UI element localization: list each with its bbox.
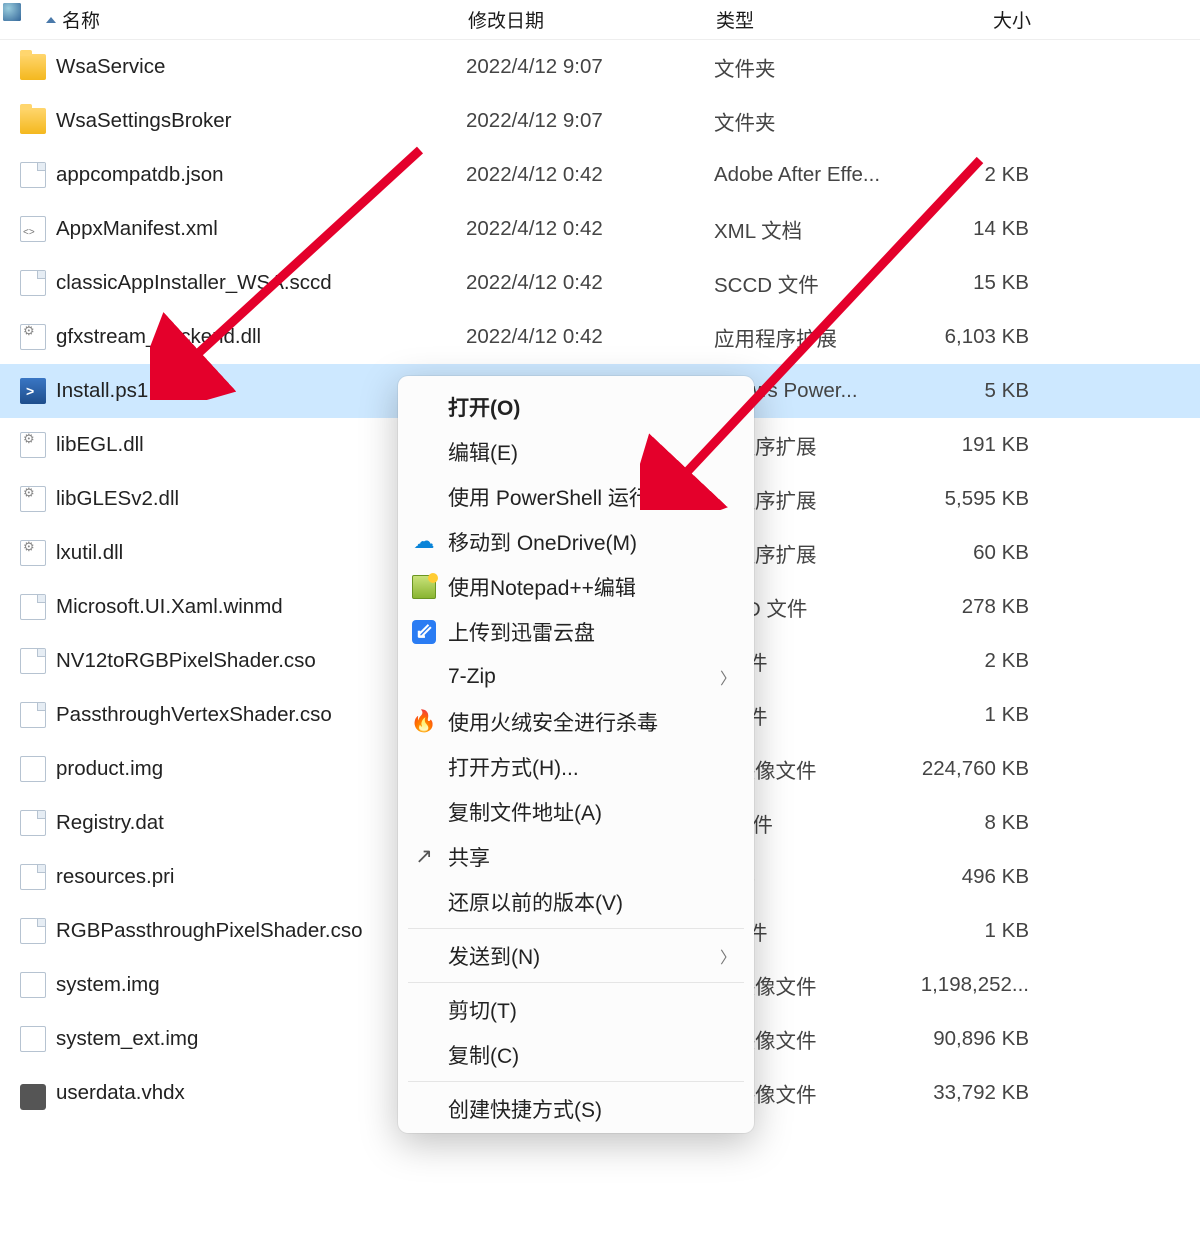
file-date: 2022/4/12 9:07	[466, 55, 714, 79]
menu-share[interactable]: ↗共享	[398, 834, 754, 879]
file-type: Adobe After Effe...	[714, 163, 909, 187]
file-size: 60 KB	[909, 541, 1039, 565]
file-name: classicAppInstaller_WSA.sccd	[56, 271, 466, 295]
file-icon	[20, 702, 46, 728]
file-size: 15 KB	[909, 271, 1039, 295]
file-icon	[20, 648, 46, 674]
file-row[interactable]: appcompatdb.json2022/4/12 0:42Adobe Afte…	[0, 148, 1200, 202]
file-row[interactable]: WsaService2022/4/12 9:07文件夹	[0, 40, 1200, 94]
img-icon	[20, 972, 46, 998]
file-type: 应用程序扩展	[714, 322, 909, 352]
column-date[interactable]: 修改日期	[468, 6, 716, 33]
file-row[interactable]: WsaSettingsBroker2022/4/12 9:07文件夹	[0, 94, 1200, 148]
file-size: 191 KB	[909, 433, 1039, 457]
file-name: WsaService	[56, 55, 466, 79]
menu-7zip[interactable]: 7-Zip〉	[398, 654, 754, 699]
share-icon: ↗	[412, 845, 436, 869]
file-type: 文件夹	[714, 106, 909, 136]
file-icon	[20, 270, 46, 296]
file-type: SCCD 文件	[714, 268, 909, 298]
gear-icon	[20, 432, 46, 458]
file-size: 1 KB	[909, 919, 1039, 943]
file-icon	[20, 810, 46, 836]
file-size: 8 KB	[909, 811, 1039, 835]
menu-sendto[interactable]: 发送到(N)〉	[398, 933, 754, 978]
file-date: 2022/4/12 0:42	[466, 325, 714, 349]
menu-openwith[interactable]: 打开方式(H)...	[398, 744, 754, 789]
file-row[interactable]: AppxManifest.xml2022/4/12 0:42XML 文档14 K…	[0, 202, 1200, 256]
file-name: gfxstream_backend.dll	[56, 325, 466, 349]
file-date: 2022/4/12 0:42	[466, 271, 714, 295]
menu-edit[interactable]: 编辑(E)	[398, 429, 754, 474]
ps1-icon	[20, 378, 46, 404]
file-size: 90,896 KB	[909, 1027, 1039, 1051]
file-name: WsaSettingsBroker	[56, 109, 466, 133]
file-date: 2022/4/12 0:42	[466, 163, 714, 187]
huorong-icon: 🔥	[412, 710, 436, 734]
folder-icon	[20, 54, 46, 80]
menu-separator	[408, 928, 744, 929]
file-size: 5 KB	[909, 379, 1039, 403]
file-size: 33,792 KB	[909, 1081, 1039, 1105]
gear-icon	[20, 540, 46, 566]
folder-icon	[20, 108, 46, 134]
menu-open[interactable]: 打开(O)	[398, 384, 754, 429]
file-row[interactable]: gfxstream_backend.dll2022/4/12 0:42应用程序扩…	[0, 310, 1200, 364]
img-icon	[20, 1026, 46, 1052]
column-name[interactable]: 名称	[0, 6, 468, 33]
file-icon	[20, 918, 46, 944]
file-size: 5,595 KB	[909, 487, 1039, 511]
file-icon	[20, 864, 46, 890]
menu-cut[interactable]: 剪切(T)	[398, 987, 754, 1032]
menu-restore[interactable]: 还原以前的版本(V)	[398, 879, 754, 924]
menu-onedrive[interactable]: ☁移动到 OneDrive(M)	[398, 519, 754, 564]
xunlei-icon: ⇙	[412, 620, 436, 644]
menu-shortcut[interactable]: 创建快捷方式(S)	[398, 1086, 754, 1131]
submenu-arrow-icon: 〉	[720, 944, 736, 968]
file-icon	[20, 162, 46, 188]
onedrive-icon: ☁	[412, 530, 436, 554]
column-type[interactable]: 类型	[716, 6, 911, 33]
menu-copyaddr[interactable]: 复制文件地址(A)	[398, 789, 754, 834]
file-size: 1,198,252...	[909, 973, 1039, 997]
menu-separator	[408, 982, 744, 983]
file-name: appcompatdb.json	[56, 163, 466, 187]
file-size: 224,760 KB	[909, 757, 1039, 781]
file-size: 278 KB	[909, 595, 1039, 619]
notepadpp-icon	[412, 575, 436, 599]
column-header-row: 名称 修改日期 类型 大小	[0, 0, 1200, 40]
menu-huorong[interactable]: 🔥使用火绒安全进行杀毒	[398, 699, 754, 744]
file-size: 1 KB	[909, 703, 1039, 727]
context-menu: 打开(O) 编辑(E) 使用 PowerShell 运行 ☁移动到 OneDri…	[398, 376, 754, 1133]
vhdx-icon	[20, 1084, 46, 1110]
file-size: 496 KB	[909, 865, 1039, 889]
menu-notepadpp[interactable]: 使用Notepad++编辑	[398, 564, 754, 609]
file-row[interactable]: classicAppInstaller_WSA.sccd2022/4/12 0:…	[0, 256, 1200, 310]
xml-icon	[20, 216, 46, 242]
menu-run-powershell[interactable]: 使用 PowerShell 运行	[398, 474, 754, 519]
file-name: AppxManifest.xml	[56, 217, 466, 241]
column-size[interactable]: 大小	[911, 6, 1041, 33]
file-size: 2 KB	[909, 163, 1039, 187]
gear-icon	[20, 324, 46, 350]
submenu-arrow-icon: 〉	[720, 665, 736, 689]
file-date: 2022/4/12 0:42	[466, 217, 714, 241]
menu-separator	[408, 1081, 744, 1082]
sort-asc-icon	[46, 17, 56, 23]
file-size: 2 KB	[909, 649, 1039, 673]
menu-xunlei[interactable]: ⇙上传到迅雷云盘	[398, 609, 754, 654]
file-size: 14 KB	[909, 217, 1039, 241]
menu-copy[interactable]: 复制(C)	[398, 1032, 754, 1077]
file-date: 2022/4/12 9:07	[466, 109, 714, 133]
file-type: 文件夹	[714, 52, 909, 82]
img-icon	[20, 756, 46, 782]
file-size: 6,103 KB	[909, 325, 1039, 349]
file-type: XML 文档	[714, 214, 909, 244]
gear-icon	[20, 486, 46, 512]
file-icon	[20, 594, 46, 620]
